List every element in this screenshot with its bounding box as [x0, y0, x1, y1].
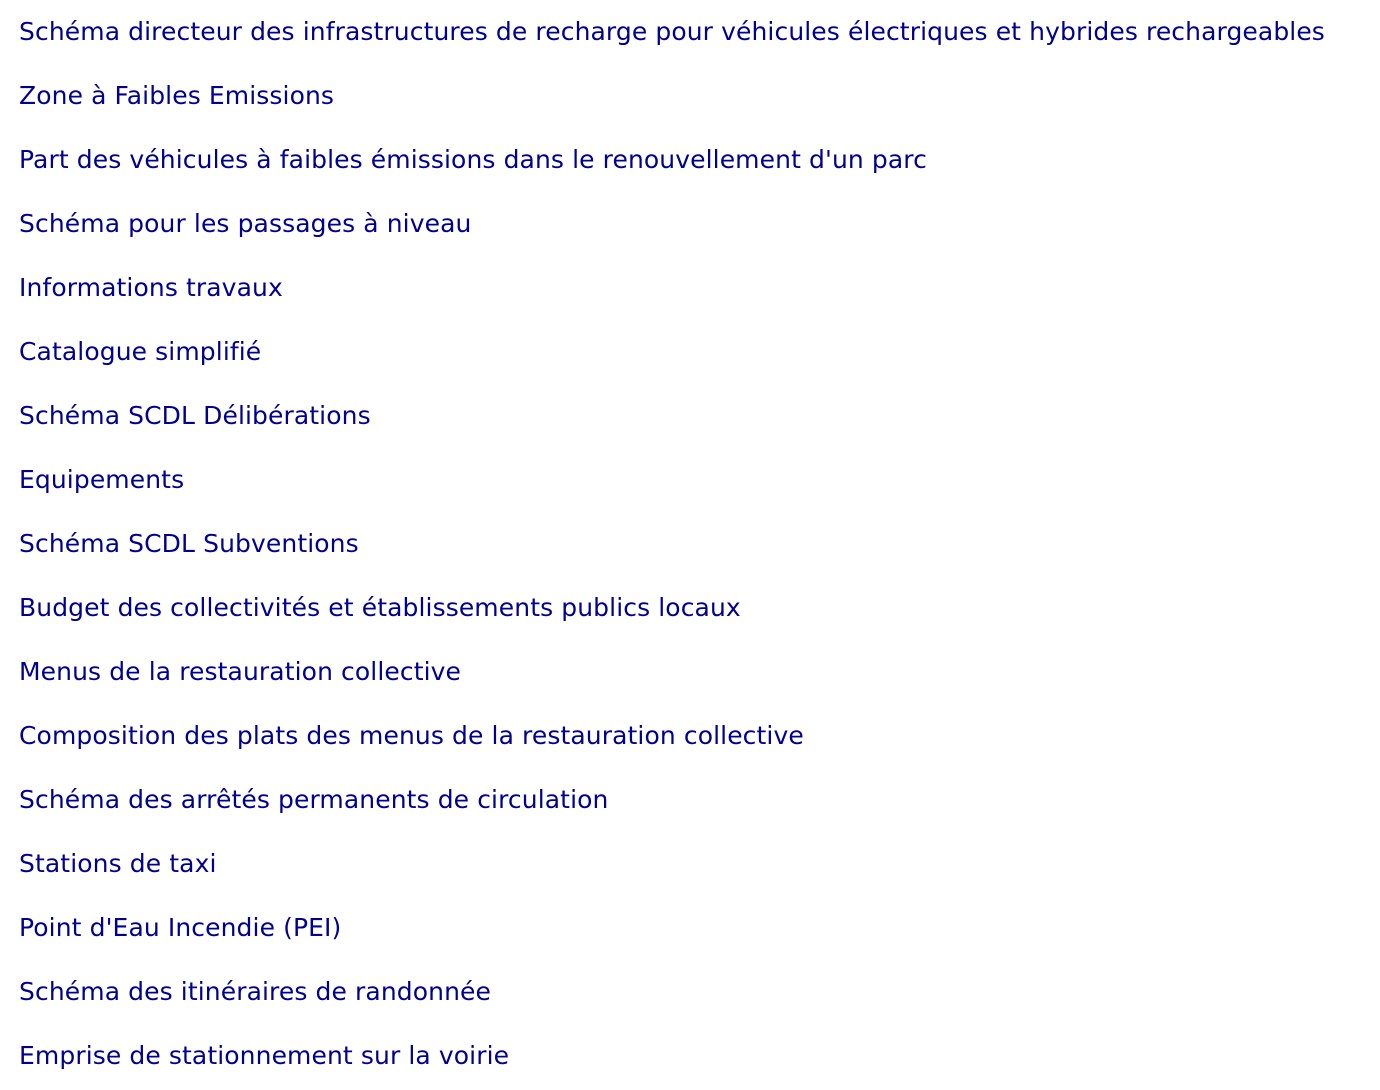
schema-link[interactable]: Schéma SCDL Subventions — [19, 512, 1325, 561]
list-item: Composition des plats des menus de la re… — [19, 704, 1325, 768]
list-item: Schéma des arrêtés permanents de circula… — [19, 768, 1325, 832]
schema-link[interactable]: Schéma directeur des infrastructures de … — [19, 0, 1325, 49]
schema-link[interactable]: Schéma SCDL Délibérations — [19, 384, 1325, 433]
schema-link[interactable]: Composition des plats des menus de la re… — [19, 704, 1325, 753]
list-item: Schéma des itinéraires de randonnée — [19, 960, 1325, 1024]
list-item: Schéma SCDL Subventions — [19, 512, 1325, 576]
list-item: Stations de taxi — [19, 832, 1325, 896]
list-item: Catalogue simplifié — [19, 320, 1325, 384]
schema-link[interactable]: Catalogue simplifié — [19, 320, 1325, 369]
list-item: Schéma directeur des infrastructures de … — [19, 0, 1325, 64]
schema-link[interactable]: Informations travaux — [19, 256, 1325, 305]
schema-link[interactable]: Equipements — [19, 448, 1325, 497]
list-item: Emprise de stationnement sur la voirie — [19, 1024, 1325, 1088]
list-item: Equipements — [19, 448, 1325, 512]
schema-link[interactable]: Schéma des itinéraires de randonnée — [19, 960, 1325, 1009]
schema-link[interactable]: Schéma pour les passages à niveau — [19, 192, 1325, 241]
list-item: Informations travaux — [19, 256, 1325, 320]
schema-link[interactable]: Point d'Eau Incendie (PEI) — [19, 896, 1325, 945]
list-item: Budget des collectivités et établissemen… — [19, 576, 1325, 640]
schema-link[interactable]: Budget des collectivités et établissemen… — [19, 576, 1325, 625]
list-item: Menus de la restauration collective — [19, 640, 1325, 704]
schema-link[interactable]: Stations de taxi — [19, 832, 1325, 881]
schema-link[interactable]: Emprise de stationnement sur la voirie — [19, 1024, 1325, 1073]
list-item: Schéma pour les passages à niveau — [19, 192, 1325, 256]
list-item: Zone à Faibles Emissions — [19, 64, 1325, 128]
list-item: Point d'Eau Incendie (PEI) — [19, 896, 1325, 960]
schema-link-list: Schéma directeur des infrastructures de … — [19, 0, 1325, 1088]
schema-link[interactable]: Schéma des arrêtés permanents de circula… — [19, 768, 1325, 817]
list-item: Part des véhicules à faibles émissions d… — [19, 128, 1325, 192]
schema-link[interactable]: Zone à Faibles Emissions — [19, 64, 1325, 113]
schema-link[interactable]: Menus de la restauration collective — [19, 640, 1325, 689]
list-item: Schéma SCDL Délibérations — [19, 384, 1325, 448]
schema-link[interactable]: Part des véhicules à faibles émissions d… — [19, 128, 1325, 177]
